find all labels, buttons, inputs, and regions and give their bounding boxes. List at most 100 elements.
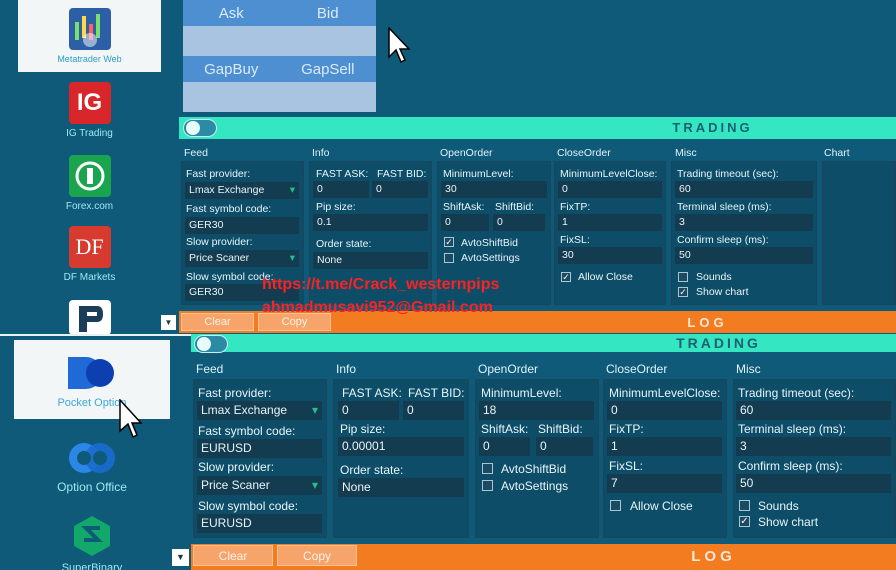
fast-symbol-field[interactable]: GER30: [185, 217, 299, 234]
superbinary-icon: [70, 514, 114, 558]
show-chart-checkbox[interactable]: ✓: [678, 287, 688, 297]
shift-ask-field[interactable]: 0: [441, 214, 489, 231]
section-info: Info: [336, 362, 357, 376]
order-state-label: Order state:: [340, 463, 404, 477]
terminal-sleep-field[interactable]: 3: [675, 214, 813, 231]
app-df-markets[interactable]: DF DF Markets: [18, 226, 161, 283]
avto-shift-bid-label: AvtoShiftBid: [461, 237, 519, 249]
fast-provider-select[interactable]: Lmax Exchange: [197, 401, 322, 420]
confirm-sleep-field[interactable]: 50: [736, 474, 891, 493]
trading-toggle-bottom[interactable]: [194, 335, 228, 353]
log-label: LOG: [687, 315, 728, 330]
clear-button[interactable]: Clear: [181, 313, 254, 331]
min-level-label: MinimumLevel:: [443, 168, 514, 180]
sounds-label: Sounds: [758, 499, 799, 513]
app-forex-com[interactable]: Forex.com: [18, 155, 161, 212]
app-superbinary[interactable]: SuperBinary: [14, 514, 170, 570]
fast-bid-field[interactable]: 0: [372, 181, 428, 198]
avto-settings-checkbox[interactable]: [482, 480, 493, 491]
trading-timeout-label: Trading timeout (sec):: [738, 386, 855, 400]
app-label: Forex.com: [65, 201, 114, 212]
trading-label: TRADING: [676, 335, 761, 351]
min-level-close-label: MinimumLevelClose:: [560, 168, 658, 180]
show-chart-checkbox[interactable]: ✓: [739, 516, 750, 527]
avto-shift-bid-checkbox[interactable]: [482, 463, 493, 474]
section-openorder: OpenOrder: [440, 147, 493, 159]
pip-size-field[interactable]: 0.1: [313, 214, 428, 231]
app-label: SuperBinary: [61, 562, 123, 570]
fix-tp-label: FixTP:: [560, 201, 591, 213]
slow-provider-select[interactable]: Price Scaner: [197, 476, 322, 495]
chevron-down-icon[interactable]: ▼: [172, 549, 189, 566]
fix-sl-field[interactable]: 30: [558, 247, 662, 264]
shift-bid-field[interactable]: 0: [493, 214, 545, 231]
app-option-office[interactable]: Option Office: [14, 440, 170, 494]
slow-provider-select[interactable]: Price Scaner: [185, 250, 299, 267]
min-level-field[interactable]: 30: [441, 181, 547, 198]
fast-bid-field[interactable]: 0: [403, 401, 464, 420]
fast-ask-field[interactable]: 0: [338, 401, 399, 420]
trading-timeout-field[interactable]: 60: [675, 181, 813, 198]
app-metatrader-web[interactable]: Metatrader Web: [18, 0, 161, 72]
shift-ask-field[interactable]: 0: [479, 437, 530, 456]
sounds-label: Sounds: [696, 271, 732, 283]
clear-button[interactable]: Clear: [193, 545, 273, 566]
section-chart: Chart: [824, 147, 850, 159]
shift-ask-label: ShiftAsk:: [481, 422, 529, 436]
trading-timeout-field[interactable]: 60: [736, 401, 891, 420]
fast-provider-select[interactable]: Lmax Exchange: [185, 182, 299, 199]
avto-settings-checkbox[interactable]: [444, 253, 454, 263]
fast-symbol-field[interactable]: EURUSD: [197, 439, 322, 458]
sounds-checkbox[interactable]: [739, 500, 750, 511]
pocket-option-icon: [64, 353, 120, 393]
app-label: Metatrader Web: [57, 54, 122, 64]
sounds-checkbox[interactable]: [678, 272, 688, 282]
section-misc: Misc: [736, 362, 761, 376]
quote-blank: [183, 82, 376, 112]
screen: { "sidebar_top": [ {"label": "Metatrader…: [0, 0, 896, 570]
sidebar-top: Metatrader Web IG IG Trading Forex.com D…: [0, 0, 170, 335]
min-level-field[interactable]: 18: [479, 401, 594, 420]
min-level-close-label: MinimumLevelClose:: [609, 386, 721, 400]
section-feed: Feed: [196, 362, 224, 376]
shift-bid-field[interactable]: 0: [536, 437, 593, 456]
trading-toggle[interactable]: [183, 119, 217, 137]
avto-shift-bid-checkbox[interactable]: ✓: [444, 237, 454, 247]
trading-label: TRADING: [672, 120, 753, 135]
terminal-sleep-label: Terminal sleep (ms):: [677, 201, 772, 213]
order-state-field: None: [338, 478, 464, 497]
section-openorder: OpenOrder: [478, 362, 539, 376]
app-ig-trading[interactable]: IG IG Trading: [18, 82, 161, 139]
chevron-down-icon[interactable]: ▼: [161, 315, 176, 330]
fix-tp-field[interactable]: 1: [558, 214, 662, 231]
terminal-sleep-field[interactable]: 3: [736, 437, 891, 456]
metatrader-icon: [68, 8, 111, 50]
gapsell-label: GapSell: [301, 60, 355, 78]
allow-close-checkbox[interactable]: [610, 500, 621, 511]
allow-close-checkbox[interactable]: ✓: [561, 272, 571, 282]
fast-symbol-label: Fast symbol code:: [198, 424, 296, 438]
copy-button[interactable]: Copy: [277, 545, 357, 566]
fast-ask-label: FAST ASK:: [342, 386, 402, 400]
slow-symbol-label: Slow symbol code:: [198, 499, 299, 513]
pip-size-field[interactable]: 0.00001: [338, 437, 464, 456]
fast-provider-label: Fast provider:: [186, 168, 251, 180]
min-level-close-field[interactable]: 0: [558, 181, 662, 198]
pip-size-label: Pip size:: [340, 422, 386, 436]
terminal-sleep-label: Terminal sleep (ms):: [738, 422, 847, 436]
section-closeorder: CloseOrder: [606, 362, 668, 376]
fast-ask-field[interactable]: 0: [313, 181, 369, 198]
min-level-close-field[interactable]: 0: [607, 401, 722, 420]
fix-sl-field[interactable]: 7: [607, 474, 722, 493]
allow-close-label: Allow Close: [578, 271, 633, 283]
shift-bid-label: ShiftBid:: [495, 201, 535, 213]
slow-symbol-field[interactable]: EURUSD: [197, 514, 322, 533]
fix-tp-field[interactable]: 1: [607, 437, 722, 456]
show-chart-label: Show chart: [696, 286, 749, 298]
slow-provider-label: Slow provider:: [198, 460, 275, 474]
order-state-field: None: [313, 252, 428, 269]
confirm-sleep-field[interactable]: 50: [675, 247, 813, 264]
avto-settings-label: AvtoSettings: [501, 479, 569, 493]
trading-bar-bottom: TRADING: [191, 334, 896, 352]
app-pocket-option[interactable]: Pocket Option: [14, 340, 170, 419]
